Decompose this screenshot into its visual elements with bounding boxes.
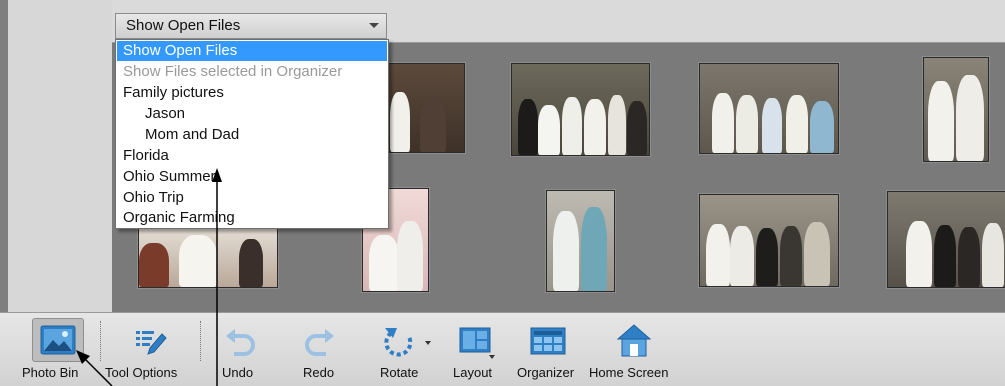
annotation-arrows (76, 168, 222, 386)
